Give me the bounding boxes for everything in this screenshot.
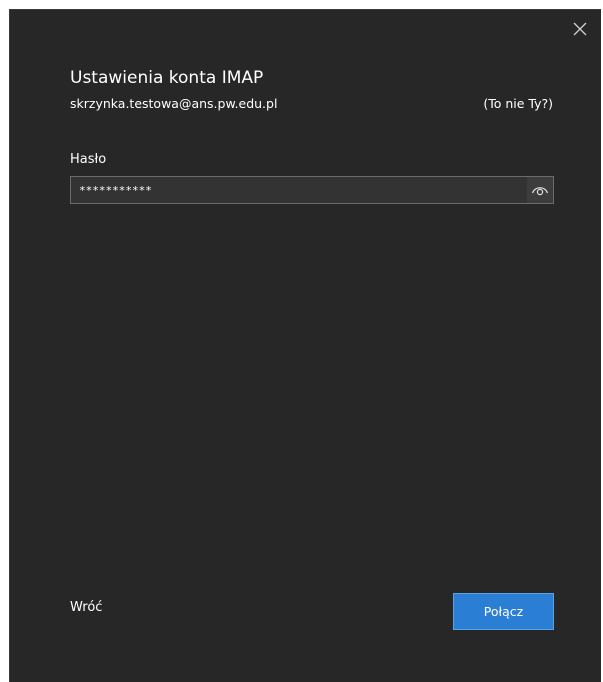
password-input[interactable]	[71, 177, 527, 203]
back-button[interactable]: Wróć	[70, 600, 102, 615]
password-field	[70, 176, 554, 204]
imap-settings-dialog: Ustawienia konta IMAP skrzynka.testowa@a…	[9, 9, 601, 682]
password-label: Hasło	[70, 152, 107, 167]
reveal-password-button[interactable]	[527, 177, 553, 203]
not-you-link[interactable]: (To nie Ty?)	[483, 96, 553, 111]
account-email: skrzynka.testowa@ans.pw.edu.pl	[70, 96, 278, 111]
close-button[interactable]	[565, 14, 595, 44]
connect-button[interactable]: Połącz	[453, 593, 554, 630]
dialog-title: Ustawienia konta IMAP	[70, 68, 264, 88]
eye-icon	[531, 187, 549, 196]
close-icon	[573, 22, 587, 36]
